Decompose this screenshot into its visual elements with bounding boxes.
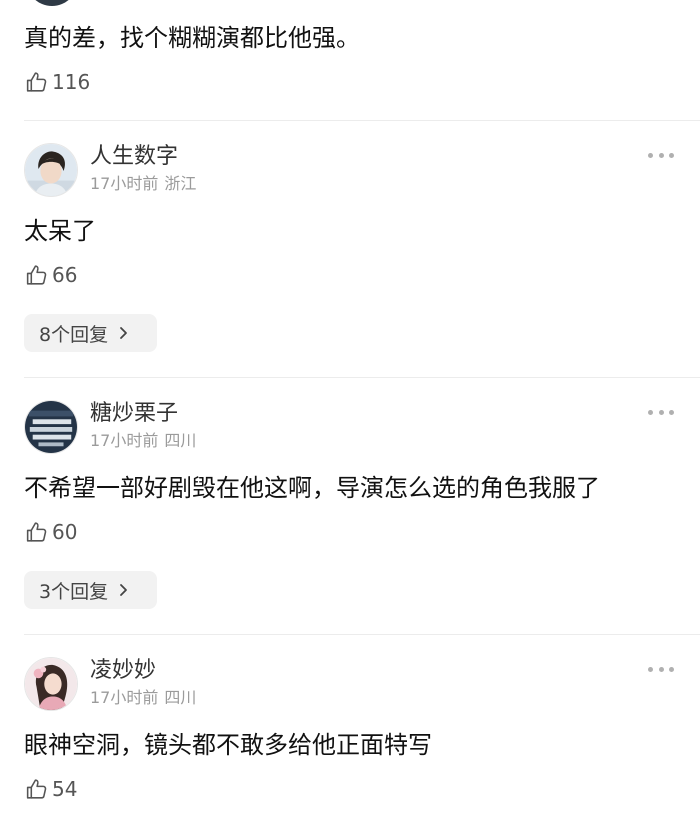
divider xyxy=(24,120,700,121)
replies-label: 8个回复 xyxy=(39,323,109,346)
avatar[interactable] xyxy=(24,143,78,197)
comment-header: 凌妙妙 17小时前 四川 xyxy=(24,657,676,711)
comment-text: 太呆了 xyxy=(24,217,96,245)
divider xyxy=(24,377,700,378)
avatar[interactable] xyxy=(24,657,78,711)
location: 四川 xyxy=(164,688,197,707)
comment-header: 糖炒栗子 17小时前 四川 xyxy=(24,400,676,454)
thumbs-up-icon xyxy=(26,71,47,92)
like-button[interactable]: 54 xyxy=(24,776,77,802)
comment-meta: 17小时前 四川 xyxy=(90,688,196,708)
avatar[interactable] xyxy=(24,400,78,454)
comment-header: 人生数字 17小时前 浙江 xyxy=(24,143,676,197)
like-button[interactable]: 116 xyxy=(24,69,90,95)
comment-text: 不希望一部好剧毁在他这啊，导演怎么选的角色我服了 xyxy=(24,474,600,502)
username[interactable]: 人生数字 xyxy=(90,143,178,171)
location: 浙江 xyxy=(164,174,197,193)
timestamp: 17小时前 xyxy=(90,431,159,450)
comment-text: 眼神空洞，镜头都不敢多给他正面特写 xyxy=(24,731,432,759)
more-dots-icon[interactable] xyxy=(648,665,674,673)
thumbs-up-icon xyxy=(26,778,47,799)
view-replies-button[interactable]: 8个回复 xyxy=(24,314,157,352)
like-count: 66 xyxy=(52,263,78,287)
like-button[interactable]: 60 xyxy=(24,519,77,545)
replies-label: 3个回复 xyxy=(39,580,109,603)
more-dots-icon[interactable] xyxy=(648,408,674,416)
like-button[interactable]: 66 xyxy=(24,262,77,288)
comment-meta: 17小时前 四川 xyxy=(90,431,196,451)
location: 四川 xyxy=(164,431,197,450)
avatar[interactable] xyxy=(26,0,78,6)
like-count: 60 xyxy=(52,520,78,544)
thumbs-up-icon xyxy=(26,264,47,285)
comment-meta: 17小时前 浙江 xyxy=(90,174,196,194)
username[interactable]: 凌妙妙 xyxy=(90,657,156,685)
thumbs-up-icon xyxy=(26,521,47,542)
like-count: 54 xyxy=(52,777,78,801)
timestamp: 17小时前 xyxy=(90,688,159,707)
chevron-right-icon xyxy=(120,327,127,339)
username[interactable]: 糖炒栗子 xyxy=(90,400,178,428)
timestamp: 17小时前 xyxy=(90,174,159,193)
comment-text: 真的差，找个糊糊演都比他强。 xyxy=(24,24,360,52)
chevron-right-icon xyxy=(120,584,127,596)
view-replies-button[interactable]: 3个回复 xyxy=(24,571,157,609)
more-dots-icon[interactable] xyxy=(648,151,674,159)
divider xyxy=(24,634,700,635)
comment-list-page: 真的差，找个糊糊演都比他强。 116 人生数字 17小时前 浙江 太呆了 66 … xyxy=(0,0,700,823)
like-count: 116 xyxy=(52,70,91,94)
